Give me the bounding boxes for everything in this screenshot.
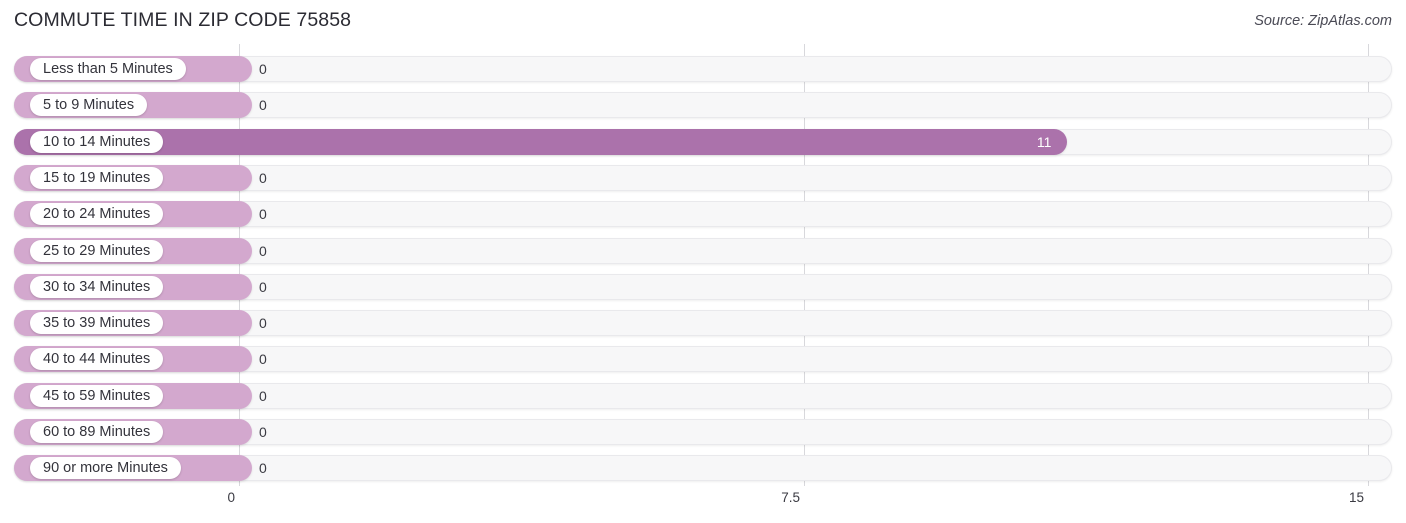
bar-value-label: 0 [259,242,267,259]
bar-category-label: 60 to 89 Minutes [30,421,164,443]
bar-value-label: 0 [259,351,267,368]
axis-tick-label: 7.5 [781,490,800,505]
bar-category-label: 20 to 24 Minutes [30,203,164,226]
bar-row[interactable]: 15 to 19 Minutes 0 [0,163,1406,193]
bar-fill[interactable] [14,128,1067,155]
bar-category-label: 45 to 59 Minutes [30,384,164,407]
bar-category-label: 15 to 19 Minutes [30,166,164,189]
bar-value-label: 0 [259,424,267,440]
bar-category-label: 25 to 29 Minutes [30,239,164,262]
bar-category-label: Less than 5 Minutes [30,58,186,80]
bar-row[interactable]: 20 to 24 Minutes 0 [0,199,1406,229]
bar-row[interactable]: 5 to 9 Minutes 0 [0,90,1406,120]
bar-row[interactable]: 45 to 59 Minutes 0 [0,381,1406,411]
bar-row[interactable]: 90 or more Minutes 0 [0,453,1406,483]
bar-row[interactable]: 25 to 29 Minutes 0 [0,236,1406,266]
bar-rows: Less than 5 Minutes 0 5 to 9 Minutes 0 10 to… [0,44,1406,488]
bar-category-label: 35 to 39 Minutes [30,312,164,335]
page-title: COMMUTE TIME IN ZIP CODE 75858 [14,9,352,31]
chart-plot-area: Less than 5 Minutes 0 5 to 9 Minutes 0 10 to… [0,44,1406,488]
bar-value-label: 0 [259,169,267,186]
bar-category-label: 40 to 44 Minutes [30,348,164,371]
bar-category-label: 5 to 9 Minutes [30,94,148,117]
bar-value-label: 0 [259,387,267,404]
bar-row[interactable]: Less than 5 Minutes 0 [0,54,1406,84]
bar-value-label: 0 [259,206,267,223]
axis-tick-label: 0 [227,490,235,505]
bar-value-label: 11 [1036,133,1052,150]
bar-value-label: 0 [259,315,267,332]
source-attribution: Source: ZipAtlas.com [1254,13,1392,29]
bar-value-label: 0 [259,61,267,77]
axis-tick-label: 15 [1348,490,1364,505]
bar-value-label: 0 [259,278,267,295]
chart-header: COMMUTE TIME IN ZIP CODE 75858 Source: Z… [0,0,1406,44]
bar-category-label: 30 to 34 Minutes [30,275,164,298]
x-axis: 0 7.5 15 [0,488,1406,523]
bar-value-label: 0 [259,97,267,114]
bar-row[interactable]: 10 to 14 Minutes 11 [0,127,1406,157]
bar-row[interactable]: 40 to 44 Minutes 0 [0,344,1406,374]
bar-row[interactable]: 35 to 39 Minutes 0 [0,308,1406,338]
bar-value-label: 0 [259,460,267,477]
bar-row[interactable]: 30 to 34 Minutes 0 [0,272,1406,302]
bar-category-label: 90 or more Minutes [30,457,181,480]
bar-row[interactable]: 60 to 89 Minutes 0 [0,417,1406,447]
bar-category-label: 10 to 14 Minutes [30,130,164,153]
